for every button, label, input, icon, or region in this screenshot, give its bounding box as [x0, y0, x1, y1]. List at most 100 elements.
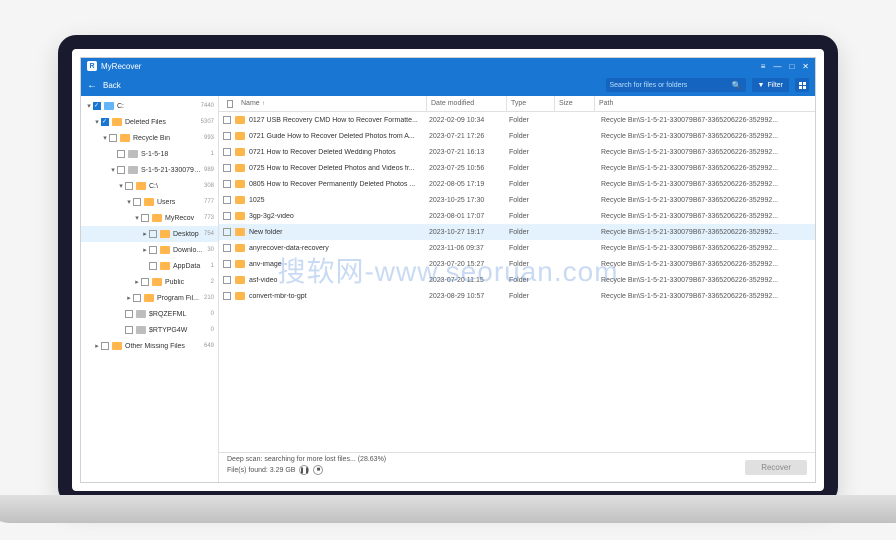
- back-arrow-icon[interactable]: ←: [87, 80, 97, 91]
- minimize-icon[interactable]: —: [773, 62, 781, 71]
- checkbox[interactable]: [133, 198, 141, 206]
- col-size[interactable]: Size: [555, 96, 595, 111]
- close-icon[interactable]: ✕: [802, 62, 809, 71]
- tree-item[interactable]: ▾Users777: [81, 194, 218, 210]
- chevron-icon[interactable]: ▾: [93, 118, 101, 126]
- chevron-icon[interactable]: ▾: [125, 198, 133, 206]
- stop-icon[interactable]: ■: [313, 465, 323, 475]
- checkbox[interactable]: [117, 166, 125, 174]
- file-row[interactable]: 0721 Guide How to Recover Deleted Photos…: [219, 128, 815, 144]
- row-checkbox[interactable]: [223, 292, 231, 300]
- checkbox[interactable]: [93, 102, 101, 110]
- checkbox[interactable]: [125, 182, 133, 190]
- file-path: Recycle Bin\S-1-5-21-330079B67-336520622…: [593, 293, 815, 300]
- file-date: 2023-10-27 19:17: [425, 229, 505, 236]
- row-checkbox[interactable]: [223, 212, 231, 220]
- row-checkbox[interactable]: [223, 244, 231, 252]
- folder-icon: [235, 228, 245, 236]
- row-checkbox[interactable]: [223, 228, 231, 236]
- checkbox[interactable]: [149, 246, 157, 254]
- file-row[interactable]: New folder2023-10-27 19:17FolderRecycle …: [219, 224, 815, 240]
- checkbox[interactable]: [109, 134, 117, 142]
- file-type: Folder: [505, 149, 553, 156]
- recover-button[interactable]: Recover: [745, 460, 807, 475]
- row-checkbox[interactable]: [223, 276, 231, 284]
- col-type[interactable]: Type: [507, 96, 555, 111]
- search-input[interactable]: Search for files or folders 🔍: [606, 78, 746, 92]
- tree-item[interactable]: ▾C:7440: [81, 98, 218, 114]
- maximize-icon[interactable]: □: [789, 62, 794, 71]
- row-checkbox[interactable]: [223, 260, 231, 268]
- row-checkbox[interactable]: [223, 180, 231, 188]
- col-path[interactable]: Path: [595, 96, 815, 111]
- file-name: New folder: [249, 229, 425, 236]
- chevron-icon[interactable]: ▾: [133, 214, 141, 222]
- col-name[interactable]: Name↑: [237, 96, 427, 111]
- tree-item[interactable]: ▸Program Fil...210: [81, 290, 218, 306]
- grid-view-button[interactable]: [795, 78, 809, 92]
- chevron-icon[interactable]: ▸: [125, 294, 133, 302]
- file-row[interactable]: 0127 USB Recovery CMD How to Recover For…: [219, 112, 815, 128]
- checkbox[interactable]: [125, 326, 133, 334]
- file-row[interactable]: anyrecover-data-recovery2023-11-06 09:37…: [219, 240, 815, 256]
- file-row[interactable]: convert-mbr-to-gpt2023-08-29 10:57Folder…: [219, 288, 815, 304]
- row-checkbox[interactable]: [223, 196, 231, 204]
- chevron-icon[interactable]: ▾: [109, 166, 117, 174]
- checkbox[interactable]: [141, 278, 149, 286]
- tree-item[interactable]: ▸Downlo...30: [81, 242, 218, 258]
- tree-item[interactable]: ▾MyRecov773: [81, 210, 218, 226]
- tree-count: 5307: [201, 119, 214, 125]
- select-all-checkbox[interactable]: [227, 100, 233, 108]
- tree-item[interactable]: ▾S-1-5-21-330079B...989: [81, 162, 218, 178]
- tree-item[interactable]: AppData1: [81, 258, 218, 274]
- tree-item[interactable]: ▸Public2: [81, 274, 218, 290]
- checkbox[interactable]: [117, 150, 125, 158]
- file-type: Folder: [505, 197, 553, 204]
- tree-item[interactable]: ▸Other Missing Files649: [81, 338, 218, 354]
- checkbox[interactable]: [149, 262, 157, 270]
- filter-button[interactable]: ▼ Filter: [752, 78, 790, 92]
- tree-item[interactable]: ▾Deleted Files5307: [81, 114, 218, 130]
- file-row[interactable]: asf-video2023-07-20 11:15FolderRecycle B…: [219, 272, 815, 288]
- row-checkbox[interactable]: [223, 116, 231, 124]
- folder-icon: [235, 196, 245, 204]
- tree-item[interactable]: ▸Desktop754: [81, 226, 218, 242]
- checkbox[interactable]: [133, 294, 141, 302]
- file-row[interactable]: 10252023-10-25 17:30FolderRecycle Bin\S-…: [219, 192, 815, 208]
- pause-icon[interactable]: ❚❚: [299, 465, 309, 475]
- file-path: Recycle Bin\S-1-5-21-330079B67-336520622…: [593, 165, 815, 172]
- file-path: Recycle Bin\S-1-5-21-330079B67-336520622…: [593, 133, 815, 140]
- tree-item[interactable]: $RTYPG4W0: [81, 322, 218, 338]
- checkbox[interactable]: [101, 342, 109, 350]
- chevron-icon[interactable]: ▸: [141, 230, 149, 238]
- checkbox[interactable]: [149, 230, 157, 238]
- checkbox[interactable]: [101, 118, 109, 126]
- chevron-icon[interactable]: ▸: [133, 278, 141, 286]
- back-label[interactable]: Back: [103, 81, 121, 90]
- chevron-icon[interactable]: ▾: [85, 102, 93, 110]
- chevron-icon[interactable]: ▾: [101, 134, 109, 142]
- file-row[interactable]: 3gp-3g2-video2023-08-01 17:07FolderRecyc…: [219, 208, 815, 224]
- checkbox[interactable]: [141, 214, 149, 222]
- search-icon[interactable]: 🔍: [732, 81, 742, 90]
- row-checkbox[interactable]: [223, 164, 231, 172]
- chevron-icon[interactable]: ▸: [93, 342, 101, 350]
- tree-item[interactable]: ▾Recycle Bin993: [81, 130, 218, 146]
- file-row[interactable]: anv-image2023-07-20 15:27FolderRecycle B…: [219, 256, 815, 272]
- chevron-icon[interactable]: ▾: [117, 182, 125, 190]
- file-row[interactable]: 0725 How to Recover Deleted Photos and V…: [219, 160, 815, 176]
- tree-item[interactable]: $RQZEFML0: [81, 306, 218, 322]
- tree-count: 993: [204, 135, 214, 141]
- file-row[interactable]: 0805 How to Recover Permanently Deleted …: [219, 176, 815, 192]
- tree-item[interactable]: S-1-5-181: [81, 146, 218, 162]
- tree-label: Desktop: [173, 231, 204, 238]
- checkbox[interactable]: [125, 310, 133, 318]
- row-checkbox[interactable]: [223, 132, 231, 140]
- row-checkbox[interactable]: [223, 148, 231, 156]
- col-date[interactable]: Date modified: [427, 96, 507, 111]
- tree-item[interactable]: ▾C:\308: [81, 178, 218, 194]
- chevron-icon[interactable]: ▸: [141, 246, 149, 254]
- tree-count: 210: [204, 295, 214, 301]
- menu-icon[interactable]: ≡: [761, 62, 766, 71]
- file-row[interactable]: 0721 How to Recover Deleted Wedding Phot…: [219, 144, 815, 160]
